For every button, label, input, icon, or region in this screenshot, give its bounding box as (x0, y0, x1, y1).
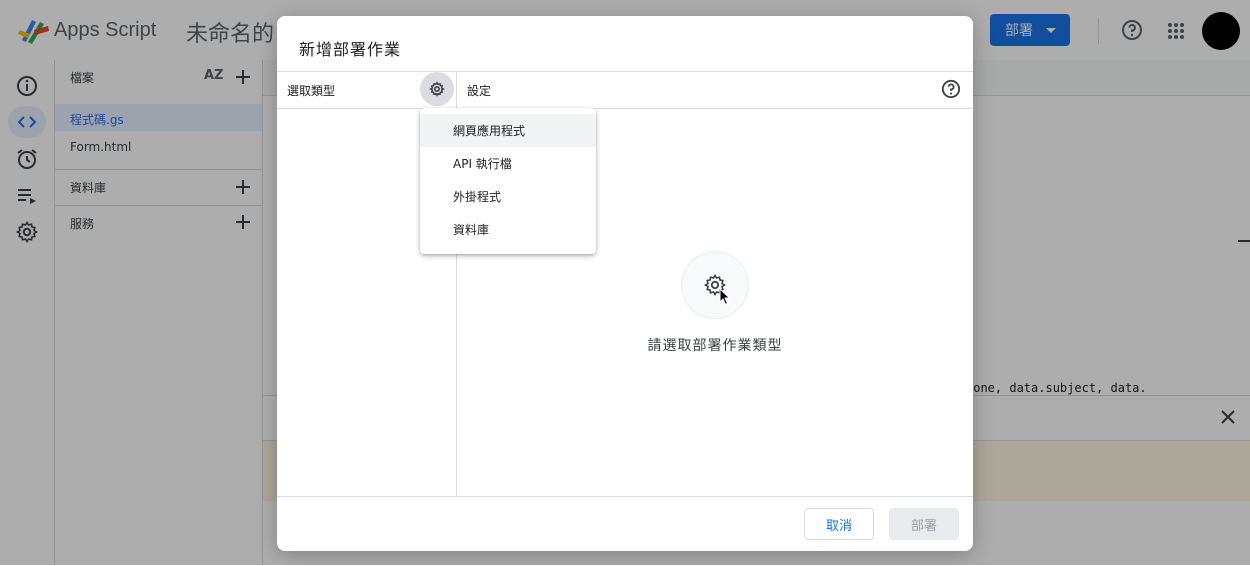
cursor-icon (719, 288, 731, 306)
empty-state-gear (681, 251, 749, 319)
menu-item-api-executable[interactable]: API 執行檔 (420, 147, 596, 180)
new-deployment-dialog: 新增部署作業 選取類型 設定 請選取部署作業類型 取消 部署 (277, 16, 973, 551)
menu-item-library[interactable]: 資料庫 (420, 213, 596, 246)
dialog-title: 新增部署作業 (299, 40, 402, 59)
help-icon[interactable] (941, 79, 961, 99)
select-type-gear-button[interactable] (420, 72, 454, 106)
cancel-button[interactable]: 取消 (804, 508, 874, 540)
empty-state-message: 請選取部署作業類型 (647, 338, 783, 354)
divider (277, 71, 973, 72)
settings-header: 設定 (467, 84, 492, 98)
deploy-button[interactable]: 部署 (889, 508, 959, 540)
divider (277, 108, 973, 109)
divider (277, 496, 973, 497)
gear-icon (429, 81, 445, 97)
menu-item-add-on[interactable]: 外掛程式 (420, 180, 596, 213)
menu-item-web-app[interactable]: 網頁應用程式 (420, 114, 596, 147)
deployment-type-menu: 網頁應用程式 API 執行檔 外掛程式 資料庫 (420, 108, 596, 254)
select-type-header: 選取類型 (287, 84, 336, 98)
